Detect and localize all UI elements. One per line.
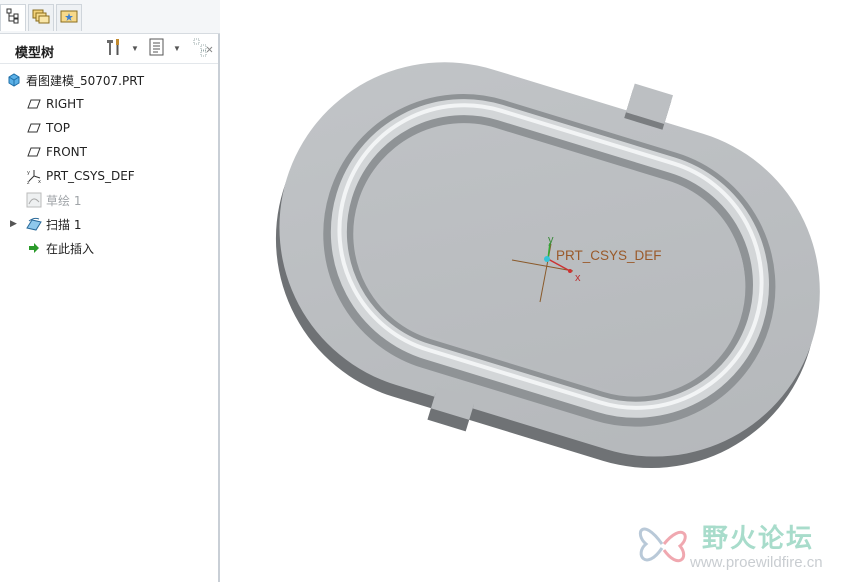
folder-browser-icon xyxy=(32,8,50,29)
tree-item-front[interactable]: FRONT xyxy=(0,141,218,163)
tree-root-label: 看图建模_50707.PRT xyxy=(26,73,145,88)
favorites-icon xyxy=(60,8,78,29)
part-model-render xyxy=(275,62,820,469)
watermark-url: www.proewildfire.cn xyxy=(690,554,823,571)
tree-item-label: FRONT xyxy=(46,145,87,159)
tree-item-label: 在此插入 xyxy=(46,241,95,256)
tree-item-sketch[interactable]: 草绘 1 xyxy=(0,189,218,211)
tools-icon xyxy=(104,37,124,62)
sketch-icon xyxy=(26,192,42,208)
tree-item-csys[interactable]: y z x PRT_CSYS_DEF xyxy=(0,165,218,187)
tree-item-top[interactable]: TOP xyxy=(0,117,218,139)
svg-text:x: x xyxy=(38,179,41,184)
navigator-panel: 模型树 ▼ ▼ 看图建模_50707.PRT RIGHT TOP FRONT y… xyxy=(0,0,220,582)
csys-icon: y z x xyxy=(26,168,42,184)
watermark-title: 野火论坛 xyxy=(702,524,815,554)
butterfly-logo-icon xyxy=(638,527,687,563)
tree-show-caret[interactable]: ▼ xyxy=(173,44,181,53)
model-tree-icon xyxy=(5,8,21,29)
tree-filter-icon xyxy=(192,37,214,62)
tree-item-label: 扫描 1 xyxy=(46,217,82,232)
tree-settings-caret[interactable]: ▼ xyxy=(131,44,139,53)
tree-item-insert-here[interactable]: 在此插入 xyxy=(0,237,218,259)
model-tree-toolbar: 模型树 ▼ ▼ xyxy=(0,34,218,64)
axis-y-label: y xyxy=(548,234,554,246)
tab-favorites[interactable] xyxy=(56,4,82,31)
sweep-icon xyxy=(26,216,42,232)
tree-item-sweep[interactable]: ▶ 扫描 1 xyxy=(0,213,218,235)
tree-filter-button[interactable] xyxy=(192,38,214,60)
expand-arrow-icon[interactable]: ▶ xyxy=(10,219,17,229)
tab-folder-browser[interactable] xyxy=(28,4,54,31)
tree-item-label: 草绘 1 xyxy=(46,193,82,208)
tree-item-label: RIGHT xyxy=(46,97,84,111)
csys-label: PRT_CSYS_DEF xyxy=(556,248,662,263)
tree-item-right[interactable]: RIGHT xyxy=(0,93,218,115)
list-settings-icon xyxy=(148,37,166,62)
forum-watermark: 野火论坛 www.proewildfire.cn xyxy=(632,514,837,578)
part-icon xyxy=(6,72,22,88)
svg-text:y: y xyxy=(27,170,30,176)
tab-model-tree[interactable] xyxy=(0,4,26,31)
tree-settings-button[interactable] xyxy=(104,38,124,60)
tree-show-button[interactable] xyxy=(148,38,166,60)
datum-plane-icon xyxy=(26,144,42,160)
axis-x-label: x xyxy=(575,272,581,284)
tree-item-label: PRT_CSYS_DEF xyxy=(46,169,135,183)
datum-plane-icon xyxy=(26,96,42,112)
insert-here-arrow-icon xyxy=(26,240,42,256)
creo-window: 模型树 ▼ ▼ 看图建模_50707.PRT RIGHT TOP FRONT y… xyxy=(0,0,842,582)
graphics-viewport[interactable]: PRT_CSYS_DEF x y xyxy=(222,0,842,582)
navigator-tabs xyxy=(0,0,220,34)
datum-plane-icon xyxy=(26,120,42,136)
svg-text:z: z xyxy=(27,180,30,184)
tree-root-part[interactable]: 看图建模_50707.PRT xyxy=(0,69,218,91)
model-tree-title: 模型树 xyxy=(15,46,55,61)
tree-item-label: TOP xyxy=(46,121,71,135)
